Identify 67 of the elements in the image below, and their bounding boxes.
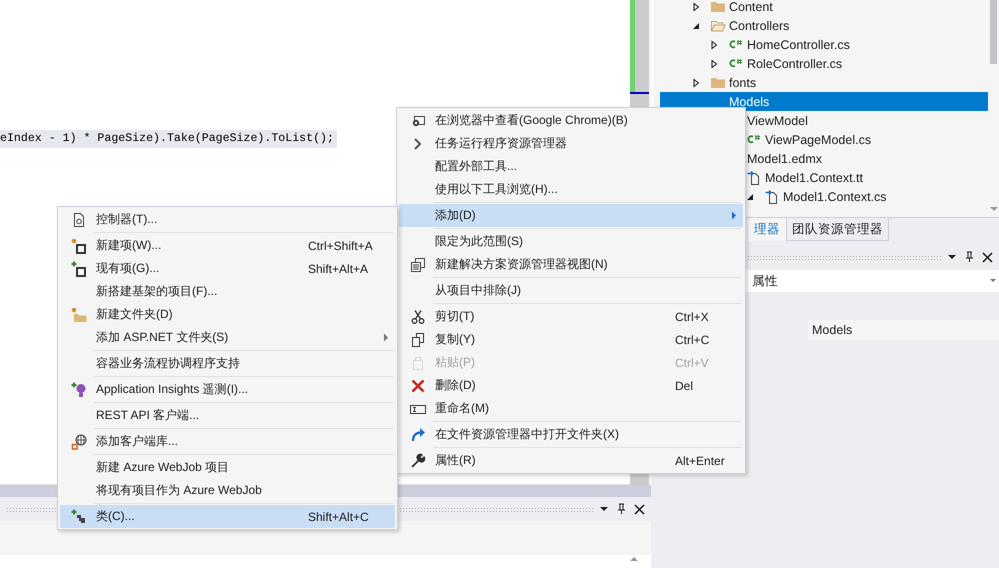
scrollbar-thumb[interactable] [990, 0, 997, 64]
scroll-down-icon [988, 205, 998, 213]
menu-item[interactable]: 容器业务流程协调程序支持 [60, 352, 395, 375]
dropdown-icon [989, 277, 997, 285]
tree-item[interactable]: HomeController.cs [660, 35, 988, 54]
menu-item[interactable]: 将现有项目作为 Azure WebJob [60, 479, 395, 502]
class-icon [71, 508, 87, 524]
menu-item[interactable]: 新建文件夹(D) [60, 303, 395, 326]
menu-item[interactable]: 删除(D) Del [399, 374, 743, 397]
tree-item[interactable]: Content [660, 0, 988, 16]
menu-item[interactable]: 在文件资源管理器中打开文件夹(X) [399, 423, 743, 446]
tree-item[interactable]: RoleController.cs [660, 54, 988, 73]
close-icon [982, 252, 993, 262]
shortcut-label: Alt+Enter [675, 454, 725, 468]
menu-item[interactable]: 类(C)... Shift+Alt+C [60, 505, 395, 528]
tree-item[interactable]: Controllers [660, 16, 988, 35]
tree-item[interactable]: Models [660, 92, 988, 111]
document-icon [71, 212, 87, 228]
menu-item[interactable]: 复制(Y) Ctrl+C [399, 328, 743, 351]
shortcut-label: Ctrl+Shift+A [308, 238, 374, 252]
dropdown-icon [947, 252, 957, 262]
file-icon [764, 188, 780, 204]
pin-icon [616, 503, 627, 515]
shortcut-label: Del [675, 378, 694, 392]
menu-item[interactable]: 现有项(G)... Shift+Alt+A [60, 257, 395, 280]
pin-icon [964, 251, 975, 263]
lightbulb-icon [71, 382, 87, 398]
windows-icon [410, 256, 426, 272]
menu-item[interactable]: 新建项(W)... Ctrl+Shift+A [60, 234, 395, 257]
panel-tab[interactable]: 团队资源管理器 [786, 218, 889, 241]
file-icon [746, 170, 762, 186]
menu-item[interactable]: 重命名(M) [399, 397, 743, 420]
menu-item[interactable]: Application Insights 遥测(I)... [60, 378, 395, 401]
tree-item[interactable]: fonts [660, 73, 988, 92]
shortcut-label: Ctrl+X [675, 310, 710, 324]
menu-item[interactable]: 添加(D) [399, 204, 743, 227]
new-folder-icon [71, 306, 87, 322]
menu-item[interactable]: 添加客户端库... [60, 430, 395, 453]
submenu-arrow-icon [383, 333, 389, 342]
redo-arrow-icon [410, 426, 426, 442]
paste-icon [410, 354, 426, 370]
close-icon [634, 504, 645, 514]
property-value: Models [808, 320, 999, 340]
menu-item[interactable]: 在浏览器中查看(Google Chrome)(B) [399, 109, 743, 132]
menu-item[interactable]: 限定为此范围(S) [399, 230, 743, 253]
shortcut-label: Ctrl+C [675, 332, 710, 346]
cut-icon [410, 308, 426, 324]
panel-tab[interactable]: 理器 [748, 218, 786, 241]
menu-item[interactable]: 添加 ASP.NET 文件夹(S) [60, 326, 395, 349]
wrench-icon [410, 452, 426, 468]
shortcut-label: Ctrl+V [675, 356, 710, 370]
delete-icon [410, 378, 426, 394]
shortcut-label: Shift+Alt+C [308, 510, 370, 524]
shortcut-label: Shift+Alt+A [308, 262, 370, 276]
globe-icon [71, 434, 87, 450]
menu-item[interactable]: 新搭建基架的项目(F)... [60, 280, 395, 303]
add-item-icon [71, 260, 87, 276]
menu-item[interactable]: 剪切(T) Ctrl+X [399, 305, 743, 328]
copy-icon [410, 332, 426, 348]
menu-item[interactable]: 属性(R) Alt+Enter [399, 449, 743, 472]
new-item-icon [71, 238, 87, 254]
dropdown-icon [599, 504, 609, 514]
menu-item[interactable]: 新建 Azure WebJob 项目 [60, 456, 395, 479]
folder-icon [710, 0, 726, 14]
menu-item[interactable]: REST API 客户端... [60, 404, 395, 427]
submenu-arrow-icon [731, 211, 737, 220]
menu-item[interactable]: 控制器(T)... [60, 208, 395, 231]
